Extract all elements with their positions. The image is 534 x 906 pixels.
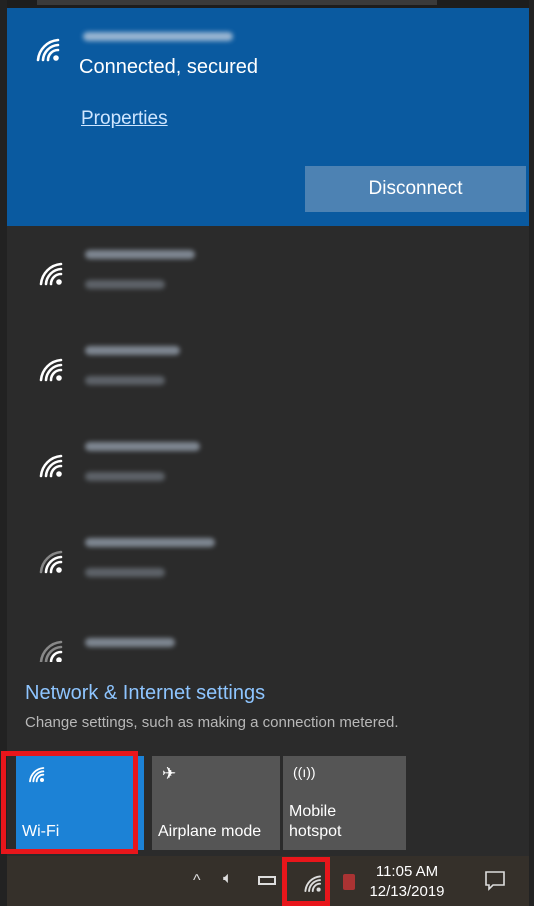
hotspot-tile-label: Mobile hotspot xyxy=(289,803,342,840)
hotspot-icon: ((ı)) xyxy=(293,764,316,780)
wifi-signal-icon xyxy=(35,450,65,480)
properties-link[interactable]: Properties xyxy=(81,108,168,130)
clock-date: 12/13/2019 xyxy=(369,883,445,900)
network-list-item[interactable] xyxy=(7,418,529,514)
wifi-signal-icon xyxy=(35,636,65,662)
network-security-redacted xyxy=(85,280,165,289)
clock[interactable]: 11:05 AM 12/13/2019 xyxy=(362,862,452,902)
network-name-redacted xyxy=(83,32,233,41)
action-center-icon[interactable] xyxy=(483,868,507,897)
volume-icon[interactable]: 🔈︎ xyxy=(223,870,233,888)
wifi-signal-icon xyxy=(35,546,65,576)
network-list-item[interactable] xyxy=(7,322,529,418)
network-list-item[interactable] xyxy=(7,514,529,610)
connected-network-panel[interactable]: Connected, secured Properties Disconnect xyxy=(7,8,529,226)
app-tray-icon[interactable] xyxy=(343,874,355,890)
airplane-mode-tile[interactable]: ✈ Airplane mode xyxy=(152,756,280,850)
network-name-redacted xyxy=(85,250,195,259)
airplane-tile-label: Airplane mode xyxy=(158,823,262,840)
wifi-signal-icon xyxy=(32,34,62,64)
network-name-redacted xyxy=(85,442,200,451)
network-list-item[interactable] xyxy=(7,226,529,322)
mobile-hotspot-tile[interactable]: ((ı)) Mobile hotspot xyxy=(283,756,406,850)
network-name-redacted xyxy=(85,538,215,547)
clock-time: 11:05 AM xyxy=(375,863,439,880)
wifi-signal-icon xyxy=(35,258,65,288)
disconnect-button[interactable]: Disconnect xyxy=(305,166,526,212)
highlight-tray-wifi xyxy=(282,857,330,906)
top-strip xyxy=(7,0,529,8)
network-security-redacted xyxy=(85,376,165,385)
network-security-redacted xyxy=(85,568,165,577)
show-hidden-icons-chevron-icon[interactable]: ^ xyxy=(193,872,201,890)
battery-icon[interactable] xyxy=(258,876,276,885)
connection-status: Connected, secured xyxy=(79,56,259,78)
network-list-item[interactable] xyxy=(7,610,529,662)
network-name-redacted xyxy=(85,638,175,647)
highlight-wifi-tile xyxy=(1,751,138,854)
network-security-redacted xyxy=(85,472,165,481)
network-settings-link[interactable]: Network & Internet settings xyxy=(25,682,265,705)
network-settings-subtitle: Change settings, such as making a connec… xyxy=(25,714,399,731)
airplane-icon: ✈ xyxy=(162,764,177,783)
network-name-redacted xyxy=(85,346,180,355)
wifi-signal-icon xyxy=(35,354,65,384)
